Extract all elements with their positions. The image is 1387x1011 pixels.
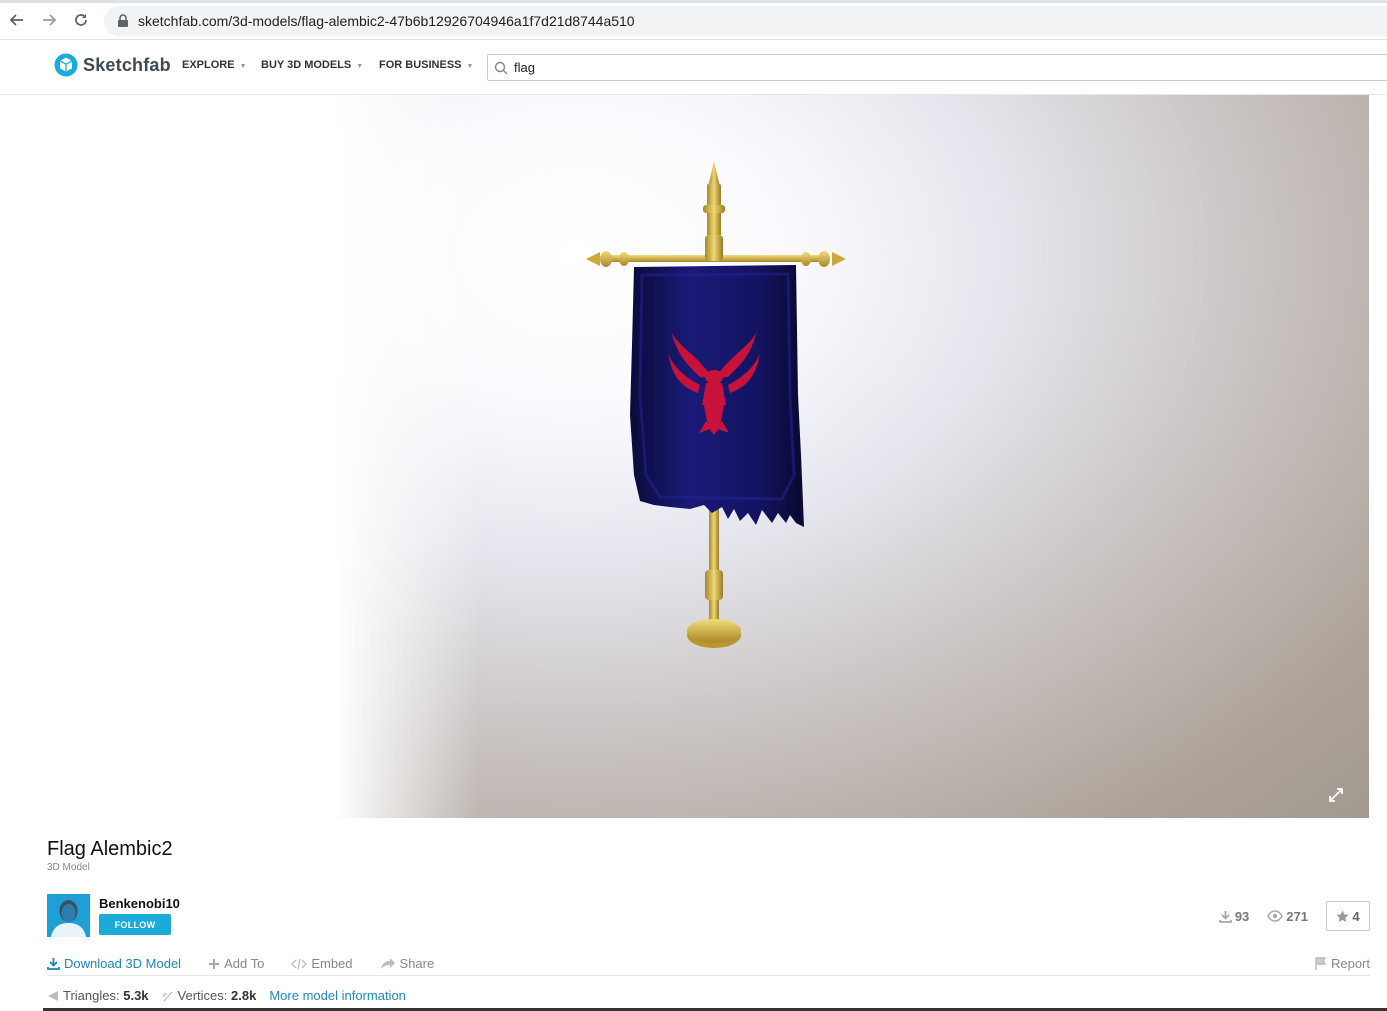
share-icon (380, 958, 395, 969)
view-count-value: 271 (1286, 908, 1308, 924)
model-type-label: 3D Model (47, 862, 90, 873)
vertices-label: Vertices: (177, 988, 228, 1003)
report-label: Report (1330, 956, 1370, 971)
menu-explore[interactable]: EXPLORE ▼ (182, 59, 247, 71)
embed-label: Embed (311, 956, 353, 971)
embed-button[interactable]: Embed (291, 956, 353, 971)
menu-buy-label: BUY 3D MODELS (261, 59, 352, 71)
page-title: Flag Alembic2 (47, 838, 173, 860)
triangles-value: 5.3k (123, 988, 149, 1003)
search-icon (494, 61, 508, 74)
model-specs: Triangles: 5.3k Vertices: 2.8k More mode… (47, 988, 406, 1003)
add-to-button[interactable]: Add To (208, 956, 264, 971)
code-icon (291, 958, 308, 969)
search-value: flag (514, 60, 535, 75)
like-button[interactable]: 4 (1326, 901, 1370, 931)
download-icon (1218, 910, 1232, 923)
model-viewer[interactable] (0, 95, 1369, 818)
more-model-info-link[interactable]: More model information (269, 988, 406, 1003)
logo-text: Sketchfab (83, 54, 171, 75)
add-to-label: Add To (224, 956, 265, 971)
author-block: Benkenobi10 FOLLOW (47, 894, 180, 937)
sketchfab-logo-icon (54, 53, 78, 77)
menu-for-business[interactable]: FOR BUSINESS ▼ (379, 59, 473, 71)
like-count: 4 (1352, 908, 1360, 924)
plus-icon (209, 958, 220, 969)
download-count: 93 (1218, 908, 1250, 924)
reload-icon[interactable] (70, 9, 92, 31)
vertices-value: 2.8k (231, 988, 257, 1003)
vertices-count: Vertices: 2.8k (162, 988, 257, 1003)
triangles-label: Triangles: (63, 988, 120, 1003)
user-avatar-icon (47, 894, 90, 937)
actions-bar: Download 3D Model Add To Embed Share Rep… (47, 952, 1370, 976)
download-count-value: 93 (1234, 908, 1250, 924)
chevron-down-icon: ▼ (356, 62, 364, 70)
forward-arrow-icon[interactable] (38, 9, 60, 31)
chevron-down-icon: ▼ (466, 62, 474, 70)
follow-button[interactable]: FOLLOW (99, 914, 171, 935)
sketchfab-logo[interactable]: Sketchfab (54, 53, 171, 77)
site-header: Sketchfab EXPLORE ▼ BUY 3D MODELS ▼ FOR BU… (0, 41, 1387, 95)
vertex-icon (162, 991, 173, 1001)
star-icon (1336, 910, 1349, 922)
menu-explore-label: EXPLORE (182, 59, 235, 71)
download-model-button[interactable]: Download 3D Model (47, 956, 181, 971)
view-count: 271 (1267, 909, 1308, 924)
model-stats: 93 271 4 (1218, 901, 1370, 931)
eye-icon (1267, 910, 1284, 922)
menu-business-label: FOR BUSINESS (379, 59, 462, 71)
url-text: sketchfab.com/3d-models/flag-alembic2-47… (138, 13, 635, 29)
share-button[interactable]: Share (380, 956, 435, 971)
fullscreen-icon[interactable] (1327, 786, 1345, 804)
triangles-count: Triangles: 5.3k (47, 988, 149, 1003)
download-icon (47, 958, 60, 970)
download-label: Download 3D Model (64, 956, 182, 971)
browser-toolbar: sketchfab.com/3d-models/flag-alembic2-47… (0, 0, 1387, 40)
avatar[interactable] (47, 894, 90, 937)
model-info: Flag Alembic2 3D Model (47, 838, 173, 873)
triangle-icon (48, 990, 58, 1001)
back-arrow-icon[interactable] (6, 9, 28, 31)
chevron-down-icon: ▼ (239, 62, 247, 70)
report-button[interactable]: Report (1314, 956, 1370, 971)
search-input[interactable]: flag (487, 54, 1387, 81)
address-bar[interactable]: sketchfab.com/3d-models/flag-alembic2-47… (104, 6, 1387, 36)
lock-icon (118, 14, 128, 27)
menu-buy-3d-models[interactable]: BUY 3D MODELS ▼ (261, 59, 363, 71)
flag-model-render (586, 161, 846, 648)
tab-strip (0, 0, 1387, 3)
flag-icon (1315, 957, 1327, 970)
author-name[interactable]: Benkenobi10 (99, 896, 180, 911)
share-label: Share (399, 956, 435, 971)
